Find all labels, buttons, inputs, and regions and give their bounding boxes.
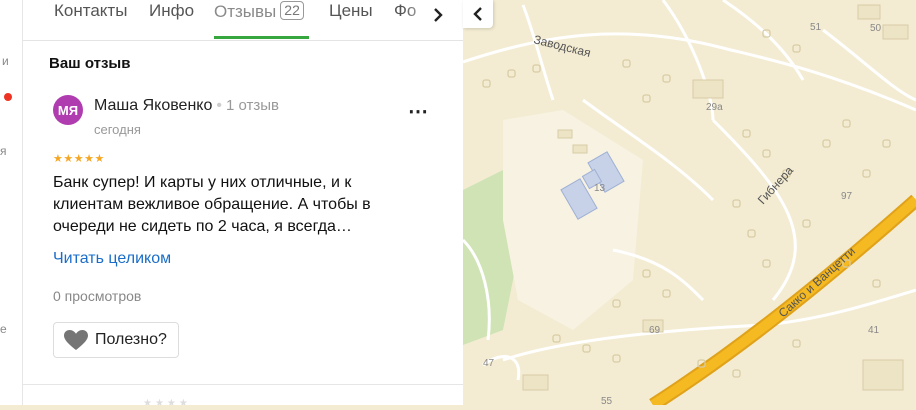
reviews-count-badge: 22 — [280, 1, 304, 20]
notification-dot — [4, 93, 12, 101]
map-canvas[interactable]: Заводская Гибнера Сакко и Ванцетти 51 50… — [461, 0, 916, 410]
house-number: 51 — [810, 22, 822, 33]
more-options-button[interactable]: ⋯ — [408, 99, 429, 124]
review-date: сегодня — [94, 122, 141, 137]
house-number: 41 — [868, 325, 880, 336]
tab-bar: Контакты Инфо Отзывы22 Цены Фо — [23, 0, 463, 41]
author-name[interactable]: Маша Яковенко — [94, 97, 212, 114]
read-more-link[interactable]: Читать целиком — [53, 250, 171, 268]
useful-label: Полезно? — [95, 331, 167, 348]
sidebar-text-fragment: я — [0, 144, 7, 158]
section-title: Ваш отзыв — [49, 55, 131, 72]
chevron-right-icon — [434, 8, 443, 22]
tab-contacts[interactable]: Контакты — [54, 1, 127, 21]
useful-button[interactable]: Полезно? — [53, 322, 179, 358]
rating-stars: ★★★★★ — [53, 153, 105, 165]
tab-reviews[interactable]: Отзывы 22 — [214, 1, 304, 22]
more-dots-icon: ⋯ — [408, 101, 429, 123]
chevron-left-icon — [473, 7, 482, 21]
sidebar-text-fragment: и — [2, 54, 9, 68]
divider — [23, 384, 463, 385]
house-number: 97 — [841, 191, 853, 202]
active-tab-indicator — [214, 36, 309, 39]
views-count: 0 просмотров — [53, 288, 142, 304]
house-number: 47 — [483, 358, 495, 369]
organization-panel: Контакты Инфо Отзывы22 Цены Фо Ваш отзыв… — [23, 0, 463, 405]
map-view[interactable]: Заводская Гибнера Сакко и Ванцетти 51 50… — [461, 0, 916, 410]
collapse-panel-button[interactable] — [463, 0, 493, 28]
left-sidebar-strip: и я е — [0, 0, 23, 405]
house-number: 29а — [706, 102, 723, 113]
review-author: Маша Яковенко • 1 отзыв — [94, 97, 279, 115]
house-number: 55 — [601, 396, 613, 405]
tab-prices[interactable]: Цены — [329, 1, 373, 21]
tab-info[interactable]: Инфо — [149, 1, 194, 21]
house-number: 69 — [649, 325, 661, 336]
review-text: Банк супер! И карты у них отличные, и к … — [53, 174, 371, 235]
next-review-stars: ★★★★ — [143, 398, 191, 405]
tabs-next-button[interactable] — [425, 2, 451, 28]
separator-dot: • — [216, 97, 222, 114]
author-review-count: 1 отзыв — [225, 97, 279, 114]
avatar[interactable]: МЯ — [53, 95, 83, 125]
heart-icon — [64, 330, 88, 350]
house-number: 50 — [870, 23, 882, 34]
house-number: 13 — [594, 183, 606, 194]
sidebar-text-fragment: е — [0, 322, 7, 336]
tab-reviews-label: Отзывы — [214, 2, 277, 21]
